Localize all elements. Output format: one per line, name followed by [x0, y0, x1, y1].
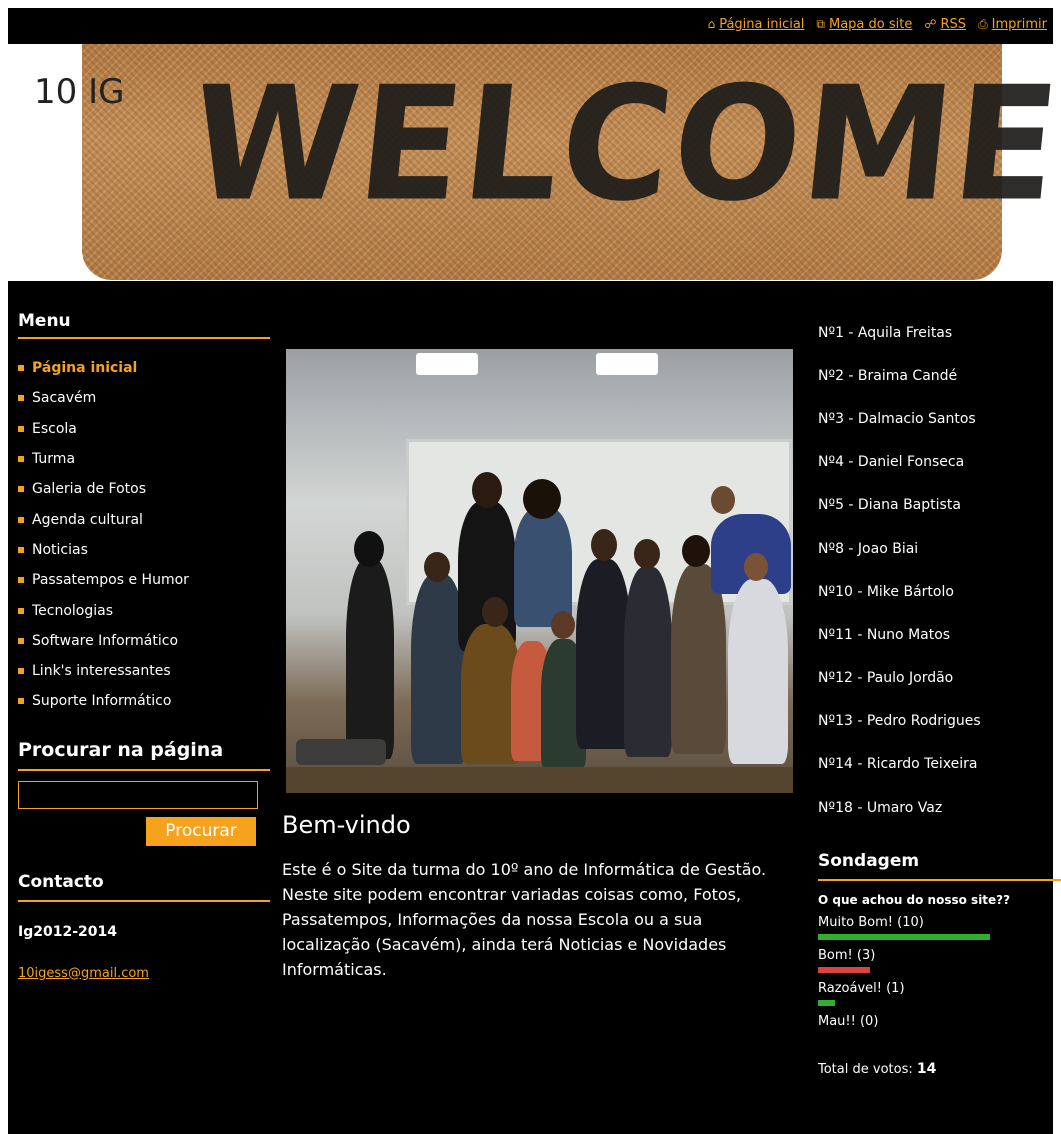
- menu-item-label: Turma: [32, 451, 76, 468]
- menu-item-label: Passatempos e Humor: [32, 572, 189, 589]
- poll-total-value: 14: [916, 1061, 937, 1078]
- contact-title: Contacto: [18, 872, 270, 902]
- poll-bar: [818, 934, 990, 941]
- ceiling-light: [596, 353, 658, 375]
- menu-item-label: Software Informático: [32, 632, 179, 649]
- bullet-icon: [18, 637, 24, 644]
- person: [728, 579, 788, 764]
- poll-title: Sondagem: [818, 851, 1061, 882]
- site-title[interactable]: 10 IG: [34, 72, 124, 112]
- right-sidebar: Nº1 - Aquila Freitas Nº2 - Braima Candé Nº…: [818, 281, 1061, 1077]
- menu-item[interactable]: Link's interessantes: [18, 656, 270, 686]
- student-item: Nº12 - Paulo Jordão: [818, 670, 954, 687]
- search-input[interactable]: [18, 780, 258, 809]
- top-bar: ⌂ Página inicial ⧉ Mapa do site ☍ RSS ⎙ Imprimi…: [8, 8, 1053, 44]
- person: [514, 507, 572, 627]
- student-item: Nº13 - Pedro Rodrigues: [818, 713, 981, 730]
- sitemap-icon: ⧉: [816, 17, 825, 31]
- class-photo: [286, 349, 793, 793]
- toplink-sitemap[interactable]: Mapa do site: [829, 17, 912, 32]
- menu-item[interactable]: Página inicial: [18, 353, 270, 383]
- menu-item[interactable]: Suporte Informático: [18, 686, 270, 716]
- poll-option-label: Mau!! (0): [818, 1014, 879, 1030]
- banner-text: WELCOME: [182, 53, 1053, 237]
- student-item: Nº11 - Nuno Matos: [818, 626, 951, 643]
- header-banner: WELCOME 10 IG: [8, 44, 1053, 280]
- menu-item-label: Escola: [32, 420, 77, 437]
- student-item: Nº5 - Diana Baptista: [818, 497, 961, 514]
- student-item: Nº2 - Braima Candé: [818, 367, 958, 384]
- bullet-icon: [18, 546, 24, 553]
- bullet-icon: [18, 607, 24, 614]
- student-item: Nº10 - Mike Bártolo: [818, 583, 954, 600]
- poll-option-label: Bom! (3): [818, 948, 876, 964]
- bullet-icon: [18, 668, 24, 675]
- poll-total: Total de votos: 14: [818, 1061, 1061, 1077]
- menu-item-label: Noticias: [32, 541, 88, 558]
- menu-item[interactable]: Escola: [18, 414, 270, 444]
- rss-icon: ☍: [924, 17, 937, 31]
- bullet-icon: [18, 516, 24, 523]
- student-item: Nº1 - Aquila Freitas: [818, 324, 953, 341]
- menu-item-label: Link's interessantes: [32, 663, 171, 680]
- student-list: Nº1 - Aquila Freitas Nº2 - Braima Candé Nº…: [818, 311, 1061, 829]
- student-item: Nº18 - Umaro Vaz: [818, 799, 943, 816]
- menu-item[interactable]: Passatempos e Humor: [18, 565, 270, 595]
- bullet-icon: [18, 577, 24, 584]
- menu-item[interactable]: Turma: [18, 444, 270, 474]
- menu-item[interactable]: Software Informático: [18, 626, 270, 656]
- poll-option-label: Muito Bom! (10): [818, 915, 924, 931]
- bullet-icon: [18, 425, 24, 432]
- top-links: ⌂ Página inicial ⧉ Mapa do site ☍ RSS ⎙ Imprimi…: [708, 17, 1047, 32]
- menu-list: Página inicial Sacavém Escola Turma Galeria …: [18, 353, 270, 717]
- bullet-icon: [18, 365, 24, 372]
- menu-item-label: Página inicial: [32, 360, 138, 377]
- menu-item[interactable]: Sacavém: [18, 383, 270, 413]
- left-sidebar: Menu Página inicial Sacavém Escola Turma Gal…: [18, 281, 270, 981]
- menu-item[interactable]: Galeria de Fotos: [18, 474, 270, 504]
- ceiling-light: [416, 353, 478, 375]
- menu-item-label: Tecnologias: [32, 602, 114, 619]
- menu-title: Menu: [18, 281, 270, 339]
- content-title: Bem-vindo: [282, 811, 411, 839]
- menu-item-label: Suporte Informático: [32, 693, 172, 710]
- person: [576, 559, 631, 749]
- poll-bar: [818, 967, 870, 974]
- contact-name: Ig2012-2014: [18, 923, 117, 940]
- toplink-rss[interactable]: RSS: [941, 17, 967, 32]
- contact-email-link[interactable]: 10igess@gmail.com: [18, 966, 270, 981]
- home-icon: ⌂: [707, 17, 716, 31]
- bullet-icon: [18, 456, 24, 463]
- person: [624, 567, 672, 757]
- poll-options: Muito Bom! (10) Bom! (3) Razoável! (1) Mau!…: [818, 915, 1061, 1039]
- search-button[interactable]: Procurar: [146, 816, 256, 846]
- student-item: Nº3 - Dalmacio Santos: [818, 410, 976, 427]
- poll-total-label: Total de votos:: [818, 1062, 913, 1078]
- poll-option-label: Razoável! (1): [818, 981, 905, 997]
- poll-question: O que achou do nosso site??: [818, 893, 1011, 908]
- main-area: Menu Página inicial Sacavém Escola Turma Gal…: [8, 281, 1061, 1134]
- menu-item-label: Galeria de Fotos: [32, 481, 147, 498]
- menu-item-label: Sacavém: [32, 390, 97, 407]
- student-item: Nº14 - Ricardo Teixeira: [818, 756, 978, 773]
- poll-bar: [818, 1000, 836, 1007]
- person: [346, 559, 394, 759]
- bullet-icon: [18, 698, 24, 705]
- welcome-text: Este é o Site da turma do 10º ano de Inf…: [282, 860, 767, 979]
- menu-item-label: Agenda cultural: [32, 511, 143, 528]
- welcome-mat-image: WELCOME: [82, 44, 1053, 280]
- menu-item[interactable]: Agenda cultural: [18, 504, 270, 534]
- student-item: Nº8 - Joao Biai: [818, 540, 919, 557]
- student-item: Nº4 - Daniel Fonseca: [818, 454, 965, 471]
- print-icon: ⎙: [978, 17, 988, 31]
- toplink-print[interactable]: Imprimir: [992, 17, 1047, 32]
- menu-item[interactable]: Tecnologias: [18, 595, 270, 625]
- bullet-icon: [18, 395, 24, 402]
- bullet-icon: [18, 486, 24, 493]
- toplink-home[interactable]: Página inicial: [719, 17, 804, 32]
- search-title: Procurar na página: [18, 739, 270, 771]
- menu-item[interactable]: Noticias: [18, 535, 270, 565]
